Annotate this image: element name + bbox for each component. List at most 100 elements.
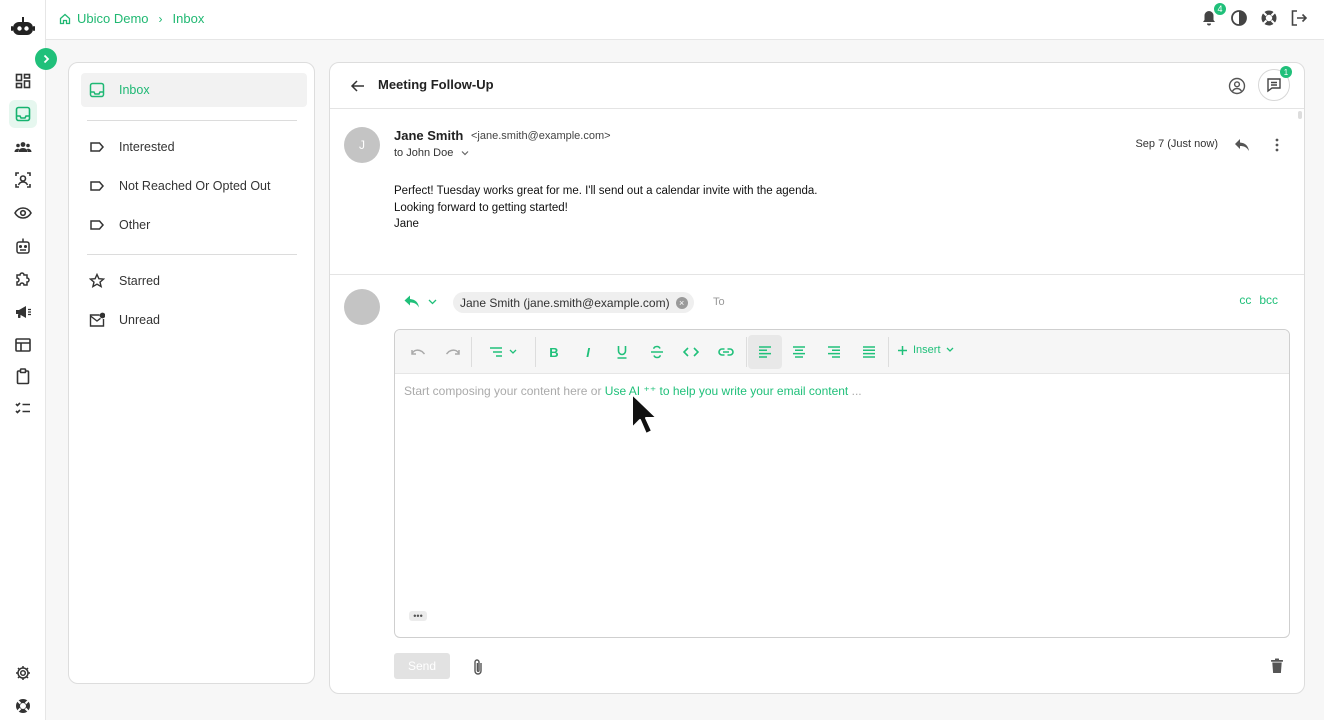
more-options-icon[interactable] [1272,137,1282,153]
reply-mode-selector[interactable] [404,295,437,308]
thread-header: Meeting Follow-Up 1 [330,63,1304,109]
rich-text-editor: B I Insert Start composing your content … [394,329,1290,638]
thread-panel: Meeting Follow-Up 1 J Jane Smith <jane.s… [329,62,1305,694]
code-icon[interactable] [681,342,701,362]
link-icon[interactable] [716,342,736,362]
folder-label: Starred [119,274,160,288]
to-label: To [713,296,725,308]
folder-label: Not Reached Or Opted Out [119,179,271,193]
undo-icon[interactable] [408,342,428,362]
bell-icon[interactable]: 4 [1200,2,1227,27]
folder-panel: Inbox Interested Not Reached Or Opted Ou… [68,62,315,684]
italic-icon[interactable]: I [578,342,598,362]
send-button[interactable]: Send [394,653,450,679]
folder-inbox[interactable]: Inbox [81,73,307,107]
folder-interested[interactable]: Interested [81,130,307,164]
recipients-text: to John Doe [394,147,454,159]
lifebuoy-icon[interactable] [1260,9,1278,27]
expand-sidebar-button[interactable] [35,48,57,70]
align-left-icon[interactable] [755,342,775,362]
breadcrumb-separator-icon: › [158,11,163,26]
message-line: Jane [394,218,419,230]
unread-mail-icon [89,312,105,328]
placeholder-ellipsis: ... [851,384,862,398]
align-center-icon[interactable] [789,342,809,362]
placeholder-prefix: Start composing your content here or [404,384,602,398]
dashboard-icon[interactable] [9,67,37,95]
breadcrumb: Ubico Demo › Inbox [59,11,204,26]
avatar [344,289,380,325]
back-arrow-icon[interactable] [350,78,366,94]
redo-icon[interactable] [443,342,463,362]
inbox-icon[interactable] [9,100,37,128]
contact-profile-icon[interactable] [1228,77,1246,95]
star-icon [89,273,105,289]
toolbar-divider [746,337,747,367]
top-actions: 4 [1200,2,1308,27]
prospects-icon[interactable] [9,166,37,194]
folder-other[interactable]: Other [81,208,307,242]
email-message: J Jane Smith <jane.smith@example.com> to… [330,115,1304,275]
comments-button[interactable]: 1 [1258,66,1292,101]
bold-icon[interactable]: B [544,342,564,362]
comment-count-badge: 1 [1280,66,1292,78]
extension-icon[interactable] [9,265,37,293]
gear-icon[interactable] [9,659,37,687]
robot-icon[interactable] [9,232,37,260]
folder-not-reached[interactable]: Not Reached Or Opted Out [81,169,307,203]
chevron-down-icon [461,150,469,156]
bcc-link[interactable]: bcc [1259,293,1278,307]
clipboard-icon[interactable] [9,362,37,390]
label-icon [89,139,105,155]
list-icon [489,346,503,358]
icon-rail [0,0,46,720]
theme-toggle-icon[interactable] [1230,9,1248,27]
breadcrumb-workspace[interactable]: Ubico Demo [77,11,149,26]
lifebuoy-icon[interactable] [9,692,37,720]
strikethrough-icon[interactable] [647,342,667,362]
list-style-dropdown[interactable] [483,342,523,362]
paperclip-icon[interactable] [471,658,485,676]
cc-bcc-links: cc bcc [1239,293,1278,307]
align-justify-icon[interactable] [859,342,879,362]
message-line: Looking forward to getting started! [394,201,568,214]
toolbar-divider [471,337,472,367]
home-icon[interactable] [59,13,71,25]
underline-icon[interactable] [612,342,632,362]
folder-starred[interactable]: Starred [81,264,307,298]
megaphone-icon[interactable] [9,298,37,326]
folder-label: Other [119,218,151,232]
logout-icon[interactable] [1290,9,1308,27]
placeholder-ai-suffix[interactable]: to help you write your email content [660,384,849,398]
label-icon [89,217,105,233]
inbox-icon [89,82,105,98]
checklist-icon[interactable] [9,394,37,422]
insert-label: Insert [913,344,941,356]
folder-label: Interested [119,140,175,154]
trash-icon[interactable] [1270,658,1284,674]
divider [87,254,297,255]
thread-subject: Meeting Follow-Up [378,77,494,92]
remove-recipient-icon[interactable]: × [675,296,688,309]
reply-icon[interactable] [1234,138,1250,152]
plus-icon [897,345,908,356]
contacts-icon[interactable] [9,133,37,161]
more-toolbar-button[interactable]: ••• [409,611,427,621]
align-right-icon[interactable] [824,342,844,362]
recipients-toggle[interactable]: to John Doe [394,147,469,159]
breadcrumb-current[interactable]: Inbox [173,11,205,26]
folder-unread[interactable]: Unread [81,303,307,337]
ubico-logo-icon[interactable] [11,16,35,38]
message-body: Perfect! Tuesday works great for me. I'l… [394,183,817,233]
cc-link[interactable]: cc [1239,293,1251,307]
table-icon[interactable] [9,331,37,359]
folder-label: Inbox [119,83,150,97]
insert-dropdown[interactable]: Insert [897,344,954,356]
chat-icon [1266,77,1282,93]
recipient-chip[interactable]: Jane Smith (jane.smith@example.com) × [453,292,694,313]
chevron-down-icon [946,347,954,353]
eye-icon[interactable] [9,199,37,227]
sender-name: Jane Smith [394,128,464,143]
sender-email: <jane.smith@example.com> [471,130,611,142]
email-body-editor[interactable]: Start composing your content here or Use… [395,374,1289,637]
